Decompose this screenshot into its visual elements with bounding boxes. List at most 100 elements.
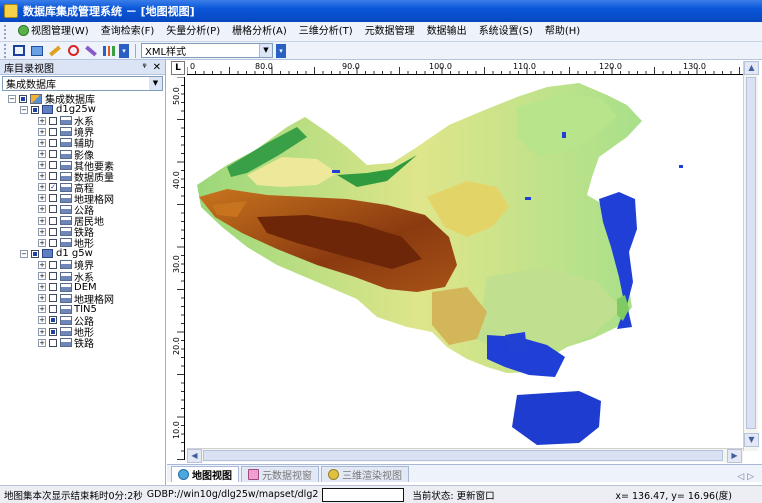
expand-icon[interactable]: + — [38, 283, 46, 292]
menu-settings[interactable]: 系统设置(S) — [473, 23, 539, 41]
tree-layer[interactable]: + 水系 — [0, 271, 165, 284]
chevron-down-icon[interactable]: ▼ — [259, 44, 272, 57]
layer-icon — [60, 116, 72, 126]
menu-3d-analysis[interactable]: 三维分析(T) — [293, 23, 359, 41]
brush-icon — [85, 45, 97, 56]
horizontal-scroll-thumb[interactable] — [203, 450, 723, 461]
layer-checkbox[interactable] — [49, 227, 57, 236]
scroll-up-button[interactable]: ▲ — [744, 61, 759, 75]
view-button[interactable] — [11, 44, 27, 58]
layer-checkbox[interactable] — [49, 205, 57, 214]
tree-root[interactable]: − 集成数据库 — [0, 93, 165, 106]
tree-checkbox[interactable] — [31, 105, 39, 114]
scroll-right-button[interactable]: ▶ — [727, 449, 742, 463]
toolbar-overflow-button[interactable]: ▾ — [119, 43, 129, 58]
tree-layer[interactable]: + 地理格网 — [0, 293, 165, 306]
tab-metadata-view[interactable]: 元数据视窗 — [241, 466, 319, 482]
tree-checkbox[interactable] — [19, 94, 27, 103]
style-select-value: XML样式 — [145, 47, 187, 58]
tab-map-view[interactable]: 地图视图 — [171, 466, 239, 482]
expand-icon[interactable]: + — [38, 238, 46, 247]
layer-checkbox[interactable] — [49, 172, 57, 181]
layer-checkbox[interactable] — [49, 338, 57, 347]
chart-button[interactable] — [101, 44, 117, 58]
layer-checkbox[interactable] — [49, 260, 57, 269]
layer-checkbox[interactable] — [49, 272, 57, 281]
expand-icon[interactable]: + — [38, 305, 46, 314]
expand-icon[interactable]: + — [38, 116, 46, 125]
pencil-icon — [49, 45, 61, 56]
layer-checkbox[interactable] — [49, 194, 57, 203]
layer-checkbox[interactable] — [49, 138, 57, 147]
expand-icon[interactable]: + — [38, 127, 46, 136]
draw-button[interactable] — [83, 44, 99, 58]
vertical-scrollbar[interactable]: ▲ ▼ — [743, 61, 759, 451]
menu-query[interactable]: 查询检索(F) — [95, 23, 161, 41]
scroll-left-button[interactable]: ◀ — [187, 449, 202, 463]
layer-checkbox[interactable] — [49, 216, 57, 225]
ruler-label: 100.0 — [429, 62, 452, 71]
horizontal-scrollbar[interactable]: ◀ ▶ — [187, 448, 743, 463]
layer-icon — [60, 282, 72, 292]
tab-nav-arrows[interactable]: ◁ ▷ — [737, 472, 762, 482]
layer-checkbox[interactable] — [49, 316, 57, 325]
map-canvas[interactable] — [187, 77, 743, 447]
tree-checkbox[interactable] — [31, 249, 39, 258]
menu-view-manage[interactable]: 视图管理(W) — [12, 23, 95, 41]
chevron-down-icon[interactable]: ▼ — [149, 77, 162, 90]
expand-icon[interactable]: + — [38, 338, 46, 347]
layer-checkbox[interactable] — [49, 127, 57, 136]
expand-icon[interactable]: + — [38, 194, 46, 203]
ruler-label: 110.0 — [513, 62, 536, 71]
expand-icon[interactable]: + — [38, 172, 46, 181]
layer-checkbox[interactable] — [49, 327, 57, 336]
layer-checkbox[interactable] — [49, 161, 57, 170]
tab-3d-view[interactable]: 三维渲染视图 — [321, 466, 409, 482]
database-select[interactable]: 集成数据库 ▼ — [2, 76, 163, 91]
vertical-scroll-thumb[interactable] — [746, 77, 756, 429]
style-select[interactable]: XML样式 ▼ — [141, 43, 273, 58]
layer-icon — [60, 182, 72, 192]
expand-icon[interactable]: + — [38, 183, 46, 192]
menu-metadata[interactable]: 元数据管理 — [359, 23, 421, 41]
layer-checkbox[interactable]: ✓ — [49, 183, 57, 192]
collapse-icon[interactable]: − — [20, 249, 28, 258]
expand-icon[interactable]: + — [38, 272, 46, 281]
expand-icon[interactable]: + — [38, 294, 46, 303]
collapse-icon[interactable]: − — [20, 105, 28, 114]
expand-icon[interactable]: + — [38, 161, 46, 170]
layer-checkbox[interactable] — [49, 150, 57, 159]
layer-checkbox[interactable] — [49, 116, 57, 125]
collapse-icon[interactable]: − — [8, 94, 16, 103]
layer-checkbox[interactable] — [49, 283, 57, 292]
globe-icon — [178, 469, 189, 480]
ruler-corner[interactable]: L — [171, 61, 185, 75]
ruler-vertical: 50.0 40.0 30.0 20.0 10.0 — [172, 77, 185, 460]
menu-data-output[interactable]: 数据输出 — [421, 23, 473, 41]
locate-button[interactable] — [65, 44, 81, 58]
expand-icon[interactable]: + — [38, 260, 46, 269]
layer-icon — [60, 315, 72, 325]
close-icon[interactable]: ✕ — [153, 62, 161, 73]
expand-icon[interactable]: + — [38, 216, 46, 225]
tree-layer[interactable]: + 地形 — [0, 237, 165, 250]
expand-icon[interactable]: + — [38, 327, 46, 336]
tree-layer[interactable]: + 铁路 — [0, 337, 165, 350]
menu-raster-analysis[interactable]: 栅格分析(A) — [226, 23, 293, 41]
expand-icon[interactable]: + — [38, 138, 46, 147]
layer-checkbox[interactable] — [49, 305, 57, 314]
pin-icon[interactable]: ᵠ — [142, 62, 146, 73]
open-button[interactable] — [29, 44, 45, 58]
layer-checkbox[interactable] — [49, 294, 57, 303]
layer-icon — [60, 293, 72, 303]
edit-button[interactable] — [47, 44, 63, 58]
expand-icon[interactable]: + — [38, 316, 46, 325]
menu-vector-analysis[interactable]: 矢量分析(P) — [160, 23, 226, 41]
expand-icon[interactable]: + — [38, 150, 46, 159]
expand-icon[interactable]: + — [38, 227, 46, 236]
expand-icon[interactable]: + — [38, 205, 46, 214]
toolbar-overflow-button-2[interactable]: ▾ — [276, 43, 286, 58]
menu-help[interactable]: 帮助(H) — [539, 23, 586, 41]
scroll-down-button[interactable]: ▼ — [744, 433, 759, 447]
layer-checkbox[interactable] — [49, 238, 57, 247]
